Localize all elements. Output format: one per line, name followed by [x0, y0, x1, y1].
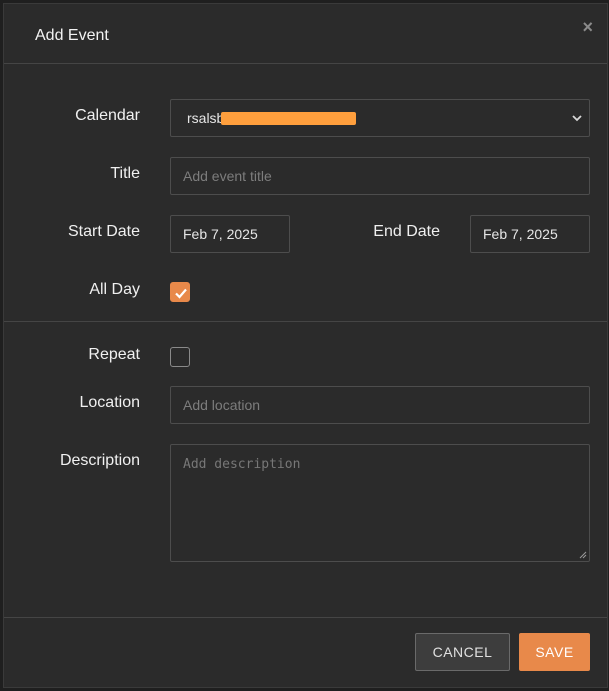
start-date-value: Feb 7, 2025 — [183, 226, 258, 242]
checkmark-icon — [175, 288, 187, 299]
resize-grip-icon[interactable] — [578, 550, 587, 559]
cancel-button[interactable]: CANCEL — [415, 633, 510, 671]
all-day-label: All Day — [89, 281, 140, 298]
section-divider — [4, 321, 607, 322]
save-button[interactable]: SAVE — [519, 633, 590, 671]
calendar-select[interactable]: rsalsb — [170, 99, 590, 137]
calendar-label: Calendar — [75, 107, 140, 124]
end-date-label: End Date — [373, 223, 440, 240]
title-label: Title — [110, 165, 140, 182]
chevron-down-icon — [572, 115, 582, 122]
start-date-label: Start Date — [67, 223, 140, 240]
close-icon[interactable]: × — [582, 18, 593, 36]
dialog-header: Add Event × — [4, 4, 607, 64]
end-date-value: Feb 7, 2025 — [483, 226, 558, 242]
title-placeholder: Add event title — [183, 168, 272, 184]
description-placeholder: Add description — [183, 457, 301, 472]
description-textarea[interactable]: Add description — [170, 444, 590, 562]
location-input[interactable]: Add location — [170, 386, 590, 424]
dialog-title: Add Event — [35, 27, 109, 44]
description-label: Description — [59, 452, 140, 469]
calendar-select-value: rsalsb — [187, 110, 225, 126]
footer-divider — [4, 617, 607, 618]
location-placeholder: Add location — [183, 397, 261, 413]
start-date-input[interactable]: Feb 7, 2025 — [170, 215, 290, 253]
repeat-checkbox[interactable] — [170, 347, 190, 367]
end-date-input[interactable]: Feb 7, 2025 — [470, 215, 590, 253]
redaction-bar — [221, 112, 356, 125]
title-input[interactable]: Add event title — [170, 157, 590, 195]
all-day-checkbox[interactable] — [170, 282, 190, 302]
location-label: Location — [79, 394, 141, 411]
add-event-dialog: Add Event × Calendar rsalsb Title Add ev… — [4, 4, 607, 687]
repeat-label: Repeat — [88, 346, 140, 363]
